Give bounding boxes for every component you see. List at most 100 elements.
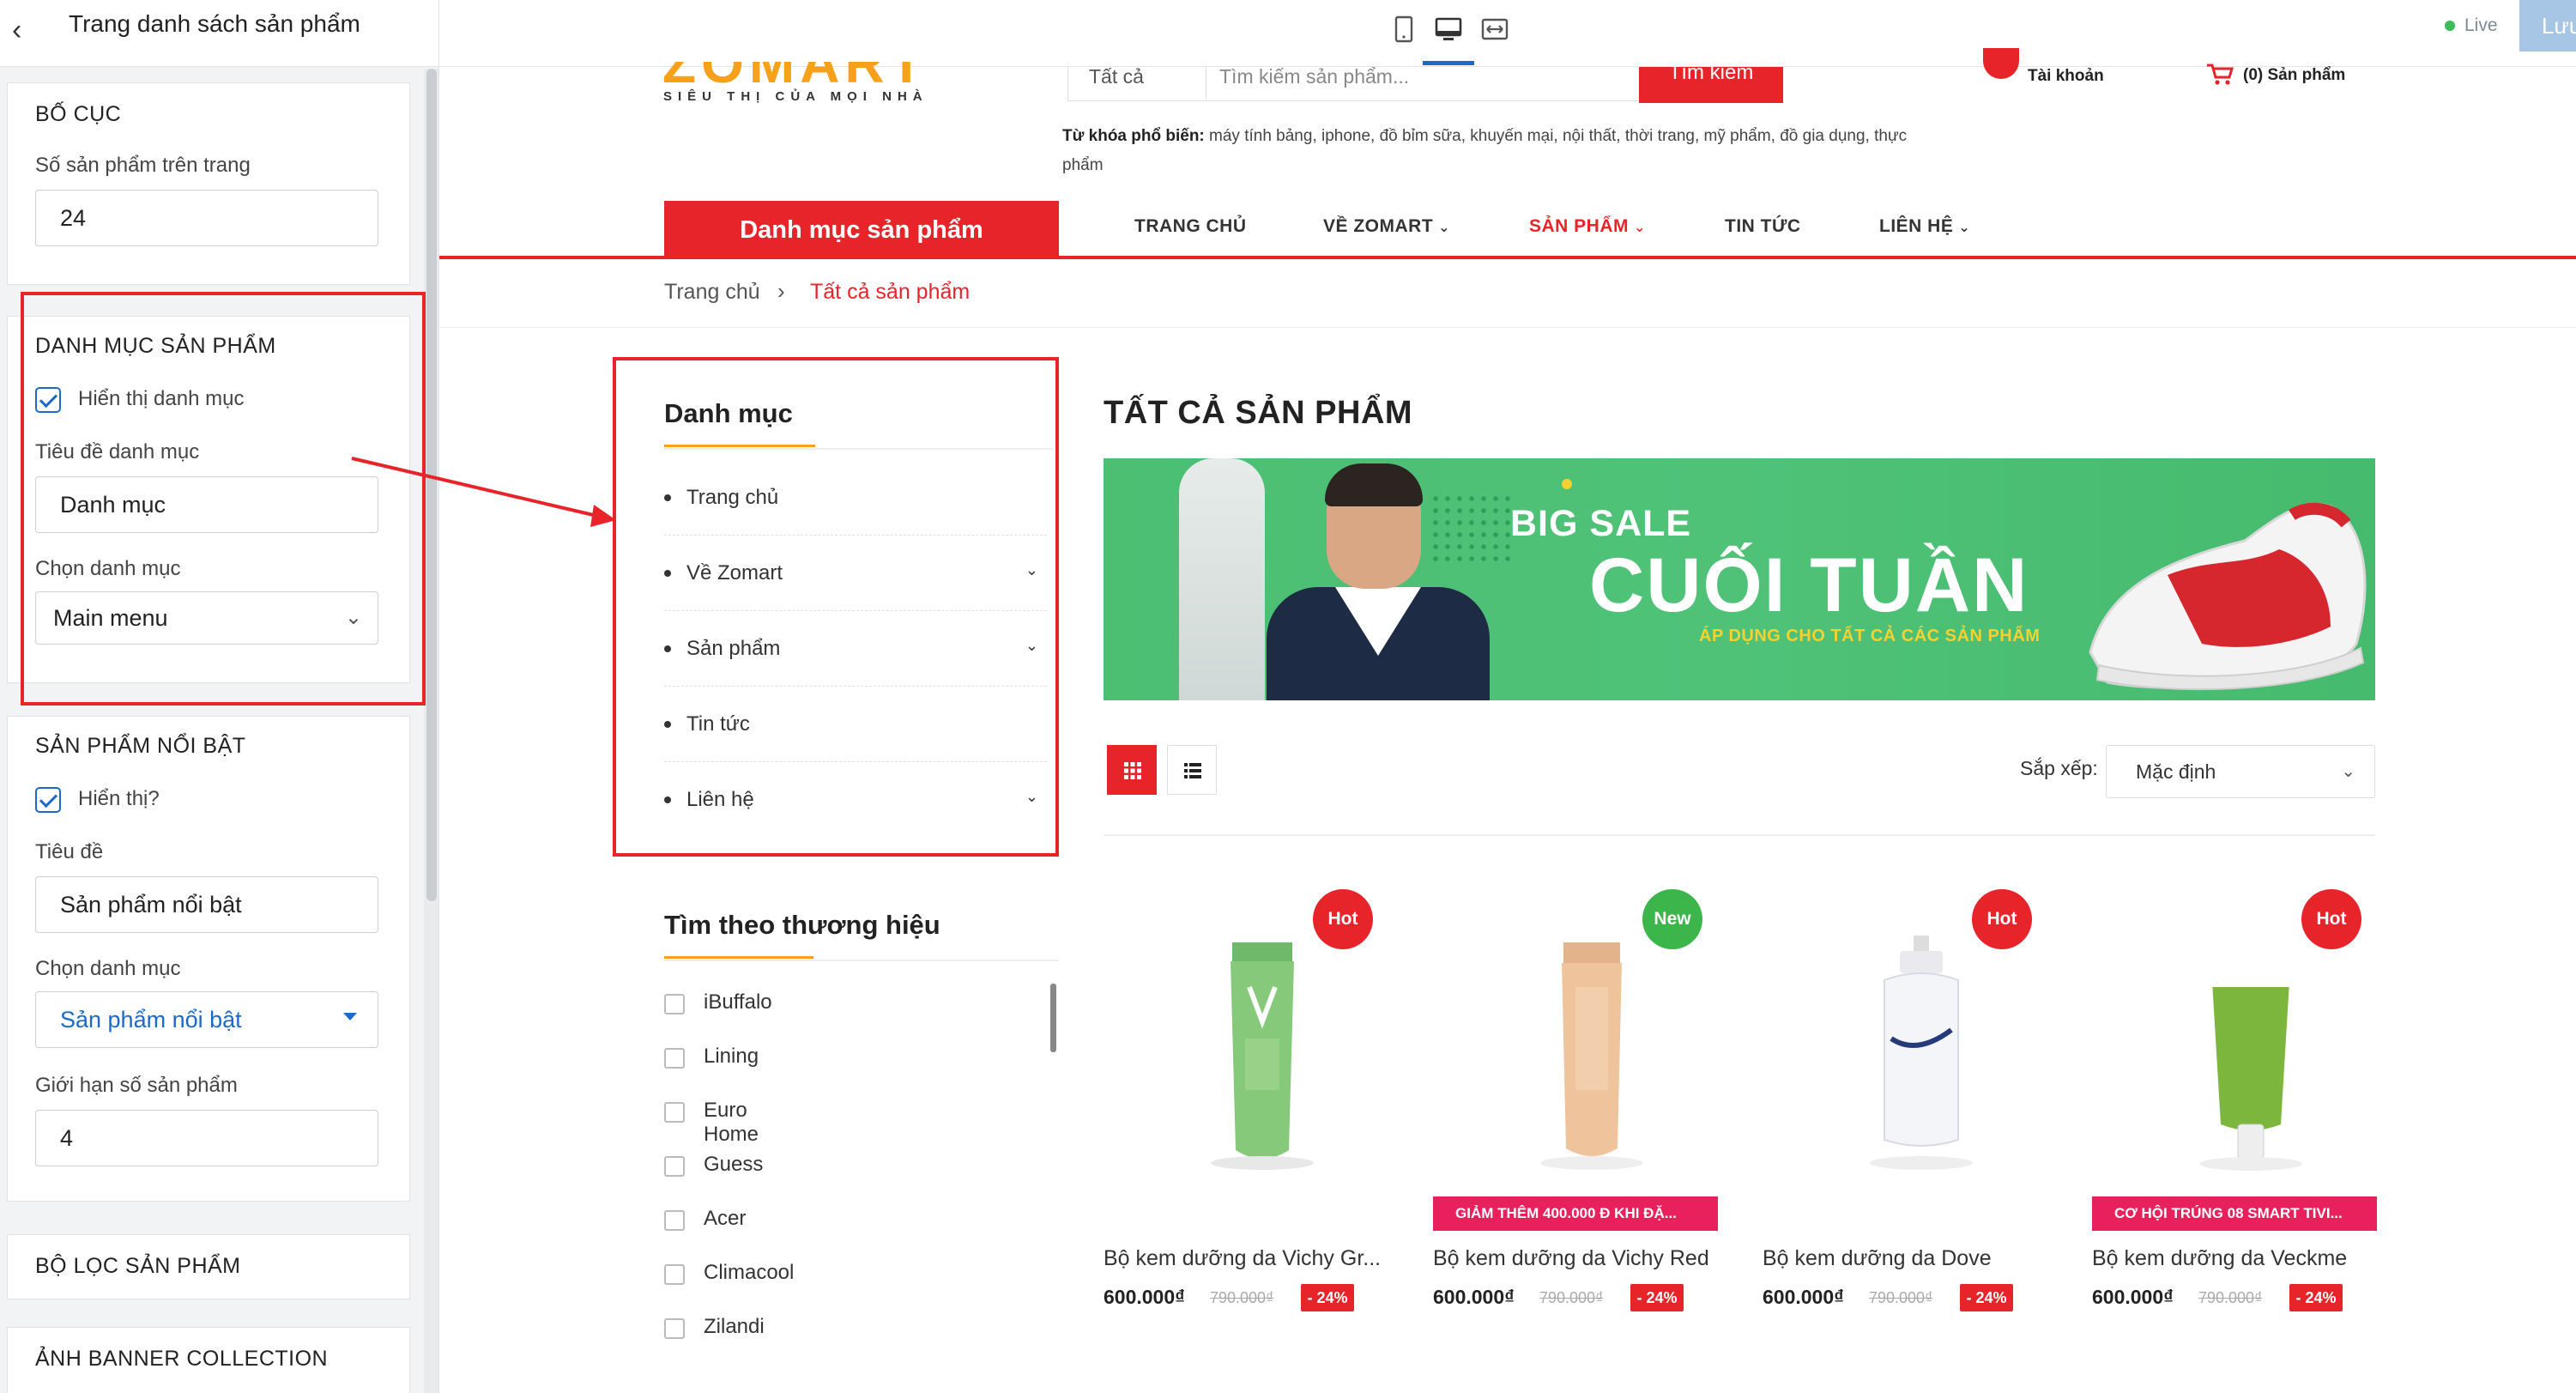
banner-big-sale: BIG SALE	[1510, 503, 1692, 544]
account-icon[interactable]	[1983, 48, 2019, 79]
product-price: 600.000₫	[2092, 1286, 2174, 1308]
brand-checkbox[interactable]	[664, 1264, 685, 1285]
product-price: 600.000₫	[1104, 1286, 1185, 1308]
product-card[interactable]: New GIẢM THÊM 400.000 Đ KHI ĐẶ... Bộ kem…	[1433, 875, 1749, 1322]
show-featured-checkbox[interactable]	[35, 787, 61, 813]
featured-limit-label: Giới hạn số sản phẩm	[35, 1074, 238, 1097]
brand-label: Lining	[704, 1045, 759, 1068]
brand-checkbox[interactable]	[664, 1048, 685, 1069]
list-icon	[1184, 763, 1201, 778]
save-button[interactable]: Lưu	[2519, 0, 2576, 51]
cart-link[interactable]: (0) Sản phẩm	[2243, 66, 2345, 85]
app-root: ‹ Trang danh sách sản phẩm BỐ CỤC Số sản…	[0, 0, 2576, 1393]
product-name[interactable]: Bộ kem dưỡng da Dove	[1763, 1246, 2054, 1271]
page-title: TẤT CẢ SẢN PHẨM	[1104, 395, 1413, 431]
search-input[interactable]: Tìm kiếm sản phẩm...	[1219, 65, 1409, 88]
featured-collection-value: Sản phẩm nổi bật	[60, 1007, 242, 1033]
product-old-price: 790.000₫	[1210, 1289, 1274, 1306]
nav-about-label: VỀ ZOMART	[1323, 216, 1434, 236]
product-price: 600.000₫	[1763, 1286, 1844, 1308]
banner-collection-section[interactable]: ẢNH BANNER COLLECTION	[7, 1327, 410, 1393]
search-category-select[interactable]: Tất cả	[1089, 65, 1144, 88]
layout-section: BỐ CỤC Số sản phẩm trên trang 24	[7, 82, 410, 285]
chevron-right-icon: ›	[777, 278, 785, 304]
featured-collection-label: Chọn danh mục	[35, 957, 181, 980]
editor-title: Trang danh sách sản phẩm	[69, 10, 360, 37]
banner-collection-title: ẢNH BANNER COLLECTION	[35, 1347, 329, 1371]
toolbar-divider	[1104, 834, 2375, 836]
brand-list-scrollbar[interactable]	[1050, 984, 1056, 1052]
product-old-price: 790.000₫	[2198, 1289, 2263, 1306]
product-card[interactable]: Hot CƠ HỘI TRÚNG 08 SMART TIVI... Bộ kem…	[2092, 875, 2408, 1322]
breadcrumb-home[interactable]: Trang chủ	[664, 280, 760, 305]
product-filter-section[interactable]: BỘ LỌC SẢN PHẨM	[7, 1234, 410, 1299]
tablet-icon[interactable]	[1387, 12, 1421, 46]
chevron-down-icon: ⌄	[1438, 221, 1451, 235]
chevron-down-icon: ⌄	[1958, 221, 1971, 235]
brand-filter-underline	[664, 956, 813, 959]
search-button[interactable]: Tìm kiếm	[1639, 63, 1783, 103]
product-image[interactable]	[1840, 936, 2003, 1176]
promo-banner[interactable]: GIẢM THÊM 400.000 Đ KHI ĐẶ...	[1433, 1196, 1718, 1231]
nav-about[interactable]: VỀ ZOMART ⌄	[1323, 216, 1450, 237]
featured-title-input[interactable]: Sản phẩm nổi bật	[35, 876, 378, 933]
highlight-box-preview	[613, 357, 1059, 857]
per-page-input[interactable]: 24	[35, 190, 378, 246]
caret-down-icon	[343, 1013, 357, 1021]
brand-filter-title: Tìm theo thương hiệu	[664, 910, 940, 940]
nav-products[interactable]: SẢN PHẨM ⌄	[1529, 216, 1646, 237]
sort-label: Sắp xếp:	[2020, 757, 2098, 779]
fullwidth-icon[interactable]	[1478, 12, 1512, 46]
brand-checkbox[interactable]	[664, 1318, 685, 1339]
product-name[interactable]: Bộ kem dưỡng da Vichy Red	[1433, 1246, 1725, 1271]
brand-checkbox[interactable]	[664, 1210, 685, 1231]
featured-collection-select[interactable]: Sản phẩm nổi bật	[35, 991, 378, 1048]
product-card[interactable]: Hot Bộ kem dưỡng da Vichy Gr... 600.000₫…	[1104, 875, 1419, 1322]
brand-filter-rule	[664, 960, 1059, 961]
brand-checkbox[interactable]	[664, 1102, 685, 1123]
product-old-price: 790.000₫	[1539, 1289, 1604, 1306]
product-name[interactable]: Bộ kem dưỡng da Veckme	[2092, 1246, 2384, 1271]
collection-banner[interactable]: BIG SALE CUỐI TUẦN ÁP DỤNG CHO TẤT CẢ CÁ…	[1104, 458, 2375, 700]
featured-section: SẢN PHẨM NỔI BẬT Hiển thị? Tiêu đề Sản p…	[7, 716, 410, 1202]
banner-dot-pattern	[1430, 493, 1515, 561]
featured-limit-input[interactable]: 4	[35, 1110, 378, 1166]
nav-home[interactable]: TRANG CHỦ	[1134, 216, 1247, 237]
desktop-icon[interactable]	[1431, 12, 1466, 46]
product-old-price: 790.000₫	[1869, 1289, 1933, 1306]
list-view-button[interactable]	[1167, 745, 1217, 795]
category-menu-button[interactable]: Danh mục sản phẩm	[664, 201, 1059, 259]
discount-badge: - 24%	[1630, 1284, 1684, 1311]
product-image[interactable]	[2169, 936, 2332, 1176]
back-arrow-icon[interactable]: ‹	[12, 15, 41, 45]
grid-icon	[1124, 762, 1141, 779]
product-price: 600.000₫	[1433, 1286, 1515, 1308]
grid-view-button[interactable]	[1107, 745, 1157, 795]
brand-checkbox[interactable]	[664, 994, 685, 1014]
brand-checkbox[interactable]	[664, 1156, 685, 1177]
product-card[interactable]: Hot Bộ kem dưỡng da Dove 600.000₫ 790.00…	[1763, 875, 2078, 1322]
layout-section-title: BỐ CỤC	[35, 102, 122, 126]
brand-label: Zilandi	[704, 1315, 765, 1338]
nav-contact[interactable]: LIÊN HỆ ⌄	[1879, 216, 1970, 237]
discount-badge: - 24%	[2289, 1284, 2343, 1311]
chevron-down-icon: ⌄	[1634, 221, 1646, 235]
cart-icon[interactable]	[2205, 62, 2234, 88]
sort-select[interactable]: Mặc định ⌄	[2106, 745, 2375, 798]
product-image[interactable]	[1181, 936, 1344, 1176]
editor-scrollbar[interactable]	[424, 69, 438, 1393]
nav-news[interactable]: TIN TỨC	[1725, 216, 1801, 237]
live-status-icon	[2445, 21, 2455, 31]
annotation-arrow-icon	[351, 457, 616, 527]
brand-label: Acer	[704, 1207, 747, 1230]
promo-banner[interactable]: CƠ HỘI TRÚNG 08 SMART TIVI...	[2092, 1196, 2377, 1231]
banner-subtext: ÁP DỤNG CHO TẤT CẢ CÁC SẢN PHẨM	[1699, 627, 2041, 645]
banner-sneaker-image	[2089, 502, 2367, 691]
product-name[interactable]: Bộ kem dưỡng da Vichy Gr...	[1104, 1246, 1395, 1271]
product-image[interactable]	[1510, 936, 1673, 1176]
account-link[interactable]: Tài khoản	[2028, 67, 2104, 86]
banner-model-hair	[1325, 463, 1423, 506]
show-featured-label: Hiển thị?	[78, 787, 160, 810]
product-filter-title: BỘ LỌC SẢN PHẨM	[35, 1254, 241, 1278]
live-label: Live	[2464, 15, 2498, 35]
